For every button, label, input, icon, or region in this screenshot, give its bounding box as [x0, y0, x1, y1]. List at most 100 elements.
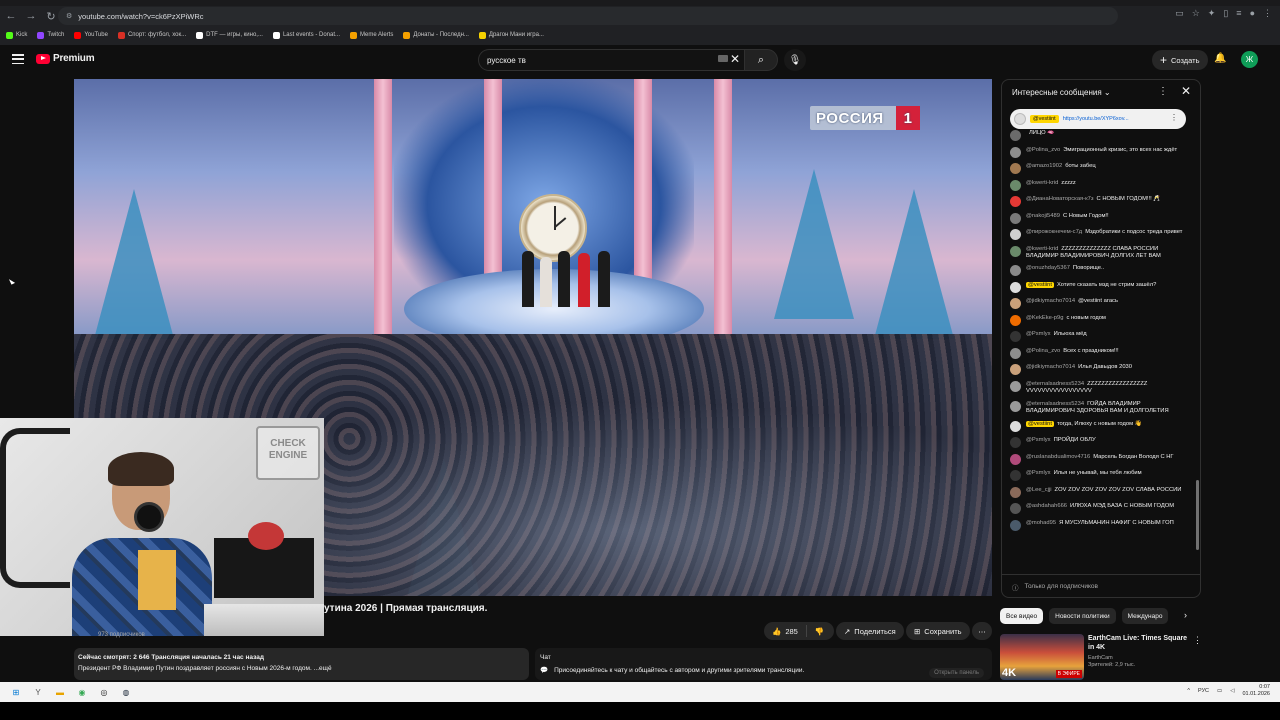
chat-message[interactable]: @ДианаНоваторская-к7з С НОВЫМ ГОДОМ!!! 🥂	[1010, 196, 1188, 207]
chat-message-list[interactable]: ЛИЦО 🫦 @Polina_zvo Эмиграционный кризис, э…	[1002, 130, 1196, 570]
yandex-browser-icon[interactable]: Y	[32, 686, 44, 698]
youtube-premium-logo[interactable]: Premium	[36, 53, 95, 64]
open-panel-button[interactable]: Открыть панель	[929, 668, 984, 678]
chat-message[interactable]: @amazo1902 боты забец	[1010, 163, 1188, 174]
extensions-icon[interactable]: ✦	[1208, 8, 1216, 19]
chat-message[interactable]: @eternalsadness5234 ГОЙДА ВЛАДИМИР ВЛАДИМ…	[1010, 400, 1188, 415]
cast-icon[interactable]: ▭	[1175, 8, 1184, 19]
filter-chip[interactable]: Новости политики	[1049, 608, 1116, 624]
back-icon[interactable]: ←	[2, 7, 20, 25]
chat-scrollbar[interactable]	[1196, 480, 1199, 550]
pinned-menu-icon[interactable]: ⋮	[1170, 113, 1178, 122]
chat-author[interactable]: @onuzhday5367	[1026, 265, 1070, 271]
thumbs-down-icon[interactable]: 👎	[815, 627, 824, 636]
filter-chip[interactable]: Все видео	[1000, 608, 1044, 624]
chat-author[interactable]: @Psmlyx	[1026, 437, 1051, 443]
chat-message[interactable]: @kwerti-krid zzzzz	[1010, 179, 1188, 191]
share-button[interactable]: ↗ Поделиться	[836, 622, 904, 640]
chat-message[interactable]: @пирожокнечем-с7д Мздобратики с подсос тр…	[1010, 229, 1188, 240]
bookmark-star-icon[interactable]: ☆	[1192, 8, 1200, 19]
save-button[interactable]: ⊞ Сохранить	[906, 622, 970, 640]
chat-avatar[interactable]	[1010, 364, 1021, 376]
chat-avatar[interactable]	[1010, 470, 1021, 482]
like-count[interactable]: 285	[785, 627, 798, 636]
chat-author[interactable]: @vestiint	[1026, 420, 1054, 427]
chat-avatar[interactable]	[1010, 347, 1021, 359]
chat-author[interactable]: @ashdahah666	[1026, 503, 1067, 509]
chat-author[interactable]: @Polina_zvo	[1026, 147, 1060, 153]
chat-avatar[interactable]	[1010, 314, 1021, 326]
chat-message[interactable]: @Psmlyx Илья не унывай, мы тебя любим	[1010, 470, 1188, 482]
chat-avatar[interactable]	[1010, 265, 1021, 277]
chat-avatar[interactable]	[1010, 245, 1021, 257]
obs-icon[interactable]: ◎	[98, 686, 110, 698]
chat-avatar[interactable]	[1010, 486, 1021, 498]
chat-avatar[interactable]	[1010, 400, 1021, 412]
chat-author[interactable]: @amazo1902	[1026, 163, 1062, 169]
chat-menu-icon[interactable]: ⋮	[1158, 86, 1168, 97]
account-avatar[interactable]: Ж	[1241, 51, 1258, 68]
hamburger-menu-icon[interactable]	[12, 53, 24, 65]
chat-message[interactable]: @eternalsadness5234 ZZZZZZZZZZZZZZZZZ VVV…	[1010, 380, 1188, 395]
bookmark-item[interactable]: Kick	[6, 31, 27, 39]
chat-message[interactable]: @KekEke-p9g с новым годом	[1010, 314, 1188, 326]
chat-avatar[interactable]	[1010, 130, 1021, 141]
bookmark-item[interactable]: DTF — игры, кино,...	[196, 31, 263, 39]
chat-message[interactable]: @vestiint Хотите сказать мзд не стрим заш…	[1010, 281, 1188, 293]
address-bar[interactable]: ⚙ youtube.com/watch?v=ck6PzXPiWRc	[58, 7, 1118, 25]
chat-avatar[interactable]	[1010, 146, 1021, 158]
split-view-icon[interactable]: ▯	[1223, 8, 1228, 19]
notifications-bell-icon[interactable]: 🔔	[1214, 53, 1226, 64]
chat-message[interactable]: @Lee_cjji ZOV ZOV ZOV ZOV ZOV ZOV СЛАВА Р…	[1010, 486, 1188, 498]
chat-avatar[interactable]	[1010, 503, 1021, 515]
chat-avatar[interactable]	[1010, 519, 1021, 531]
volume-icon[interactable]: ◁	[1230, 688, 1234, 694]
chat-author[interactable]: @Psmlyx	[1026, 470, 1051, 476]
bookmark-item[interactable]: Донаты - Последн...	[403, 31, 469, 39]
chat-message[interactable]: @ruslanabdualimov4716 Марсель Богдан Воло…	[1010, 453, 1188, 465]
chat-author[interactable]: @eternalsadness5234	[1026, 381, 1084, 387]
chat-mode-dropdown[interactable]: Интересные сообщения ⌄	[1012, 88, 1111, 97]
chat-author[interactable]: @jidkiymacho7014	[1026, 364, 1075, 370]
chat-author[interactable]: @ДианаНоваторская-к7з	[1026, 196, 1094, 202]
search-input[interactable]: русское тв	[478, 49, 744, 71]
chat-avatar[interactable]	[1010, 331, 1021, 343]
chat-avatar[interactable]	[1010, 298, 1021, 310]
chat-author[interactable]: @vestiint	[1026, 281, 1054, 288]
chat-avatar[interactable]	[1010, 229, 1021, 240]
chat-avatar[interactable]	[1010, 453, 1021, 465]
bookmark-item[interactable]: Meme Alerts	[350, 31, 393, 39]
chat-avatar[interactable]	[1010, 196, 1021, 207]
chat-avatar[interactable]	[1010, 420, 1021, 432]
chat-avatar[interactable]	[1010, 380, 1021, 392]
bookmark-item[interactable]: Twitch	[37, 31, 64, 39]
filter-chip[interactable]: Междунаро	[1121, 608, 1169, 624]
chat-author[interactable]: @ruslanabdualimov4716	[1026, 454, 1090, 460]
steam-icon[interactable]: ◍	[120, 686, 132, 698]
related-video-thumbnail[interactable]: 4K В ЭФИРЕ	[1000, 634, 1084, 680]
create-button[interactable]: + Создать	[1152, 50, 1208, 70]
site-info-icon[interactable]: ⚙	[66, 12, 72, 20]
chevron-right-icon[interactable]: ›	[1184, 610, 1187, 620]
network-icon[interactable]: ▭	[1217, 688, 1222, 694]
chat-author[interactable]: @пирожокнечем-с7д	[1026, 229, 1082, 235]
chat-message[interactable]: @kwerti-krid ZZZZZZZZZZZZZZ СЛАВА РОССИИ …	[1010, 245, 1188, 260]
taskbar-clock[interactable]: 0:07 01.01.2026	[1242, 684, 1270, 698]
more-actions-button[interactable]: ⋯	[972, 622, 992, 640]
windows-start-icon[interactable]: ⊞	[10, 686, 22, 698]
chat-message[interactable]: @jidkiymacho7014 Илья Давыдов 2030	[1010, 364, 1188, 376]
chat-author[interactable]: @eternalsadness5234	[1026, 401, 1084, 407]
chat-avatar[interactable]	[1010, 437, 1021, 449]
chat-avatar[interactable]	[1010, 179, 1021, 191]
bookmark-item[interactable]: Драгон Мани игра...	[478, 31, 544, 39]
chat-message[interactable]: @vestiint тогда, Илюху с новым годом 👋	[1010, 420, 1188, 432]
keyboard-icon[interactable]	[718, 55, 728, 62]
related-video-info[interactable]: EarthCam Live: Times Square in 4K EarthC…	[1088, 634, 1188, 668]
chat-avatar[interactable]	[1010, 163, 1021, 174]
chat-message[interactable]: @jidkiymacho7014 @vestiint агась	[1010, 298, 1188, 310]
profile-icon[interactable]: ●	[1250, 8, 1255, 19]
chat-author[interactable]: @Psmlyx	[1026, 331, 1051, 337]
chat-author[interactable]: @Lee_cjji	[1026, 487, 1052, 493]
thumbs-up-icon[interactable]: 👍	[772, 627, 781, 636]
chat-author[interactable]: @mohad95	[1026, 520, 1056, 526]
